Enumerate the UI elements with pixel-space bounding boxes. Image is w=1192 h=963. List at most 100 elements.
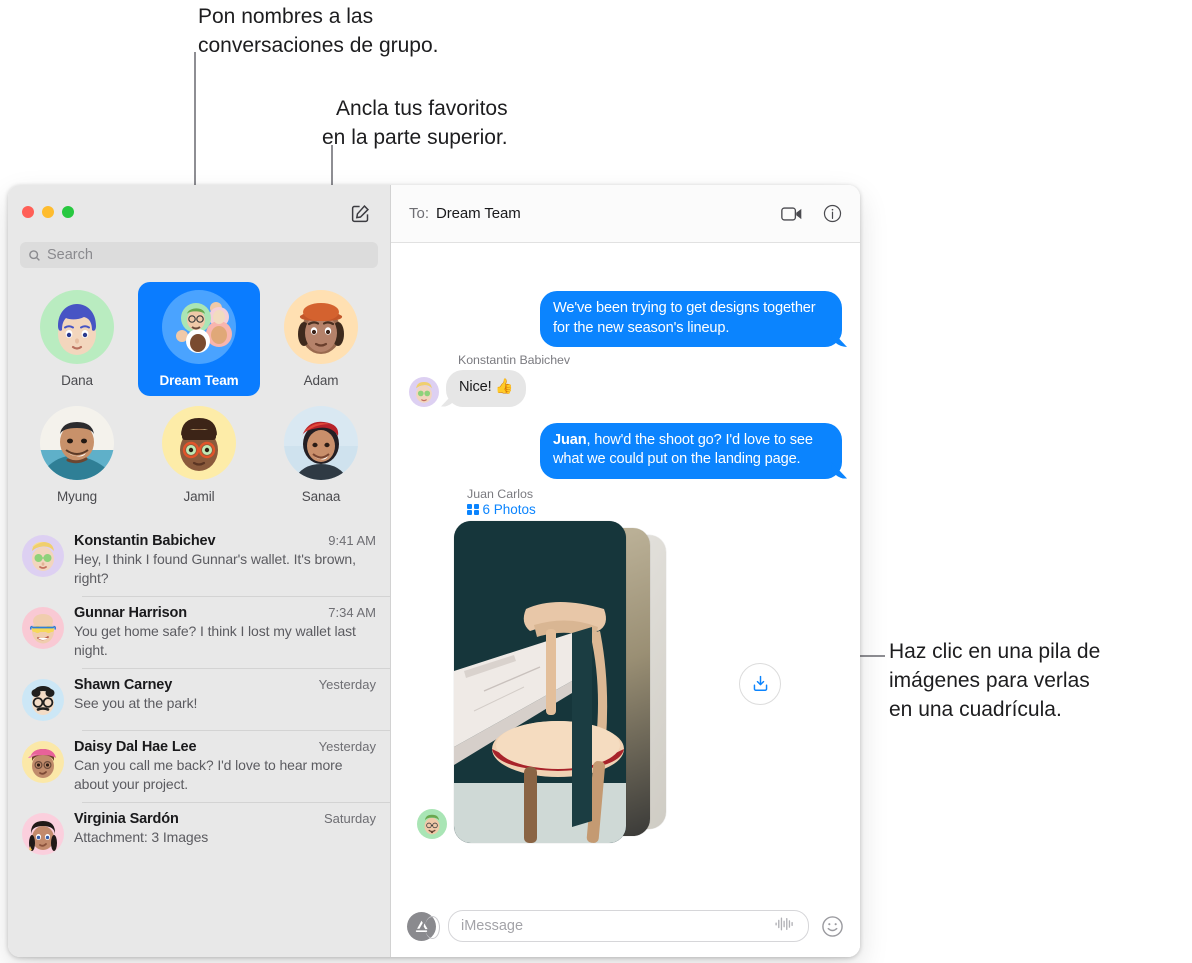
photo-image <box>454 520 626 843</box>
message-bubble[interactable]: Juan, how'd the shoot go? I'd love to se… <box>540 422 842 479</box>
search-icon <box>29 249 40 261</box>
conversation-preview: You get home safe? I think I lost my wal… <box>74 623 356 658</box>
conversation-top: Konstantin Babichev 9:41 AM <box>74 533 376 549</box>
search-input[interactable]: Search <box>20 242 378 268</box>
conversation-body: Daisy Dal Hae Lee Yesterday Can you call… <box>74 739 376 793</box>
compose-icon[interactable] <box>348 201 372 225</box>
message-row-outgoing: Juan, how'd the shoot go? I'd love to se… <box>409 422 842 479</box>
pinned-label: Myung <box>56 489 98 504</box>
recipient-name[interactable]: Dream Team <box>436 205 521 222</box>
smiley-icon[interactable] <box>821 915 844 938</box>
attachment-header: Juan Carlos 6 Photos <box>467 487 842 518</box>
message-input[interactable]: iMessage <box>448 910 809 942</box>
conversation-name: Shawn Carney <box>74 677 173 693</box>
conversation-top: Shawn Carney Yesterday <box>74 677 376 693</box>
conversation-preview: Can you call me back? I'd love to hear m… <box>74 757 343 792</box>
pinned-item-adam[interactable]: Adam <box>260 282 382 396</box>
zoom-button[interactable] <box>62 206 74 218</box>
avatar-daisy <box>22 741 64 783</box>
message-bubble[interactable]: We've been trying to get designs togethe… <box>540 291 842 347</box>
message-list: We've been trying to get designs togethe… <box>391 243 860 895</box>
conversation-time: Saturday <box>323 811 376 826</box>
avatar-adam <box>284 290 358 364</box>
thread-pane: To: Dream Team We've been trying to get … <box>391 185 860 957</box>
conversation-name: Virginia Sardón <box>74 811 179 827</box>
pinned-label: Dream Team <box>159 373 239 388</box>
avatar-dana <box>40 290 114 364</box>
app-store-icon[interactable] <box>407 911 440 941</box>
pinned-item-myung[interactable]: Myung <box>16 398 138 512</box>
avatar-virginia <box>22 813 64 855</box>
conversation-row-shawn[interactable]: Shawn Carney Yesterday See you at the pa… <box>8 668 390 730</box>
thread-header-actions <box>781 204 842 223</box>
avatar-konstantin <box>22 535 64 577</box>
close-button[interactable] <box>22 206 34 218</box>
conversation-preview: See you at the park! <box>74 695 198 711</box>
minimize-button[interactable] <box>42 206 54 218</box>
window-controls <box>22 206 74 218</box>
avatar-juan <box>417 808 447 839</box>
photo-count-label: 6 Photos <box>482 501 536 517</box>
to-label: To: <box>409 205 430 222</box>
message-bubble[interactable]: Nice! 👍 <box>446 370 527 407</box>
video-camera-icon[interactable] <box>781 206 803 222</box>
conversation-preview: Hey, I think I found Gunnar's wallet. It… <box>74 551 356 586</box>
messages-window: Search Dana Dream Team Adam Myung Jamil … <box>8 185 860 957</box>
photo-card-front[interactable] <box>454 520 626 843</box>
avatar-sanaa <box>284 406 358 480</box>
avatar-myung <box>40 406 114 480</box>
callout-pin-favorites: Ancla tus favoritos en la parte superior… <box>322 97 508 149</box>
conversation-name: Gunnar Harrison <box>74 605 187 621</box>
avatar-konstantin <box>409 376 439 407</box>
message-row-incoming: Nice! 👍 <box>409 370 842 407</box>
message-row-outgoing: We've been trying to get designs togethe… <box>409 291 842 347</box>
message-placeholder: iMessage <box>461 918 524 934</box>
pinned-label: Dana <box>61 373 93 388</box>
conversation-top: Virginia Sardón Saturday <box>74 811 376 827</box>
conversation-row-konstantin[interactable]: Konstantin Babichev 9:41 AM Hey, I think… <box>8 524 390 596</box>
callout-photo-stack: Haz clic en una pila de imágenes para ve… <box>889 640 1101 721</box>
conversation-list: Konstantin Babichev 9:41 AM Hey, I think… <box>8 518 390 957</box>
screenshot-root: Pon nombres a las conversaciones de grup… <box>0 0 1192 963</box>
photo-stack[interactable] <box>454 520 666 843</box>
conversation-row-virginia[interactable]: Virginia Sardón Saturday Attachment: 3 I… <box>8 802 390 864</box>
pinned-label: Sanaa <box>301 489 341 504</box>
avatar-dream-team <box>162 290 236 364</box>
message-text: , how'd the shoot go? I'd love to see wh… <box>553 431 813 468</box>
conversation-time: Yesterday <box>318 677 376 692</box>
photo-count-link[interactable]: 6 Photos <box>467 502 842 518</box>
attachment-sender: Juan Carlos <box>467 486 534 501</box>
pinned-item-dream-team[interactable]: Dream Team <box>138 282 260 396</box>
conversation-time: 9:41 AM <box>328 533 376 548</box>
conversation-body: Shawn Carney Yesterday See you at the pa… <box>74 677 376 721</box>
conversation-name: Konstantin Babichev <box>74 533 216 549</box>
conversation-body: Gunnar Harrison 7:34 AM You get home saf… <box>74 605 376 659</box>
pinned-label: Jamil <box>183 489 215 504</box>
conversation-row-gunnar[interactable]: Gunnar Harrison 7:34 AM You get home saf… <box>8 596 390 668</box>
pinned-item-sanaa[interactable]: Sanaa <box>260 398 382 512</box>
avatar-shawn <box>22 679 64 721</box>
callout-group-names: Pon nombres a las conversaciones de grup… <box>198 5 439 57</box>
conversation-body: Virginia Sardón Saturday Attachment: 3 I… <box>74 811 376 855</box>
search-container: Search <box>8 242 390 268</box>
conversation-top: Gunnar Harrison 7:34 AM <box>74 605 376 621</box>
thread-header: To: Dream Team <box>391 185 860 243</box>
composer: iMessage <box>391 895 860 957</box>
download-icon[interactable] <box>739 662 781 705</box>
conversation-time: Yesterday <box>318 739 376 754</box>
pinned-item-jamil[interactable]: Jamil <box>138 398 260 512</box>
avatar-jamil <box>162 406 236 480</box>
conversation-time: 7:34 AM <box>328 605 376 620</box>
conversation-name: Daisy Dal Hae Lee <box>74 739 197 755</box>
sidebar-titlebar <box>8 185 390 242</box>
grid-icon <box>467 503 479 516</box>
pinned-conversations: Dana Dream Team Adam Myung Jamil Sanaa <box>8 268 390 518</box>
conversation-body: Konstantin Babichev 9:41 AM Hey, I think… <box>74 533 376 587</box>
pinned-item-dana[interactable]: Dana <box>16 282 138 396</box>
conversation-row-daisy[interactable]: Daisy Dal Hae Lee Yesterday Can you call… <box>8 730 390 802</box>
mention: Juan <box>553 431 587 448</box>
info-icon[interactable] <box>823 204 842 223</box>
sidebar: Search Dana Dream Team Adam Myung Jamil … <box>8 185 391 957</box>
conversation-preview: Attachment: 3 Images <box>74 829 209 845</box>
audio-waveform-icon[interactable] <box>774 916 796 937</box>
